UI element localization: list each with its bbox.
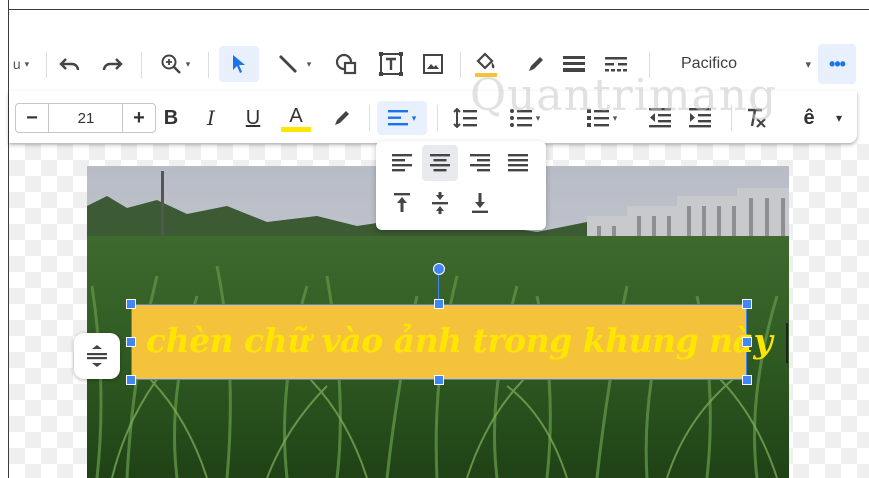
more-icon: ••• [829, 53, 846, 74]
line-tool-icon[interactable]: ▾ [265, 46, 323, 82]
watermark: Quantrimang [470, 70, 778, 121]
selected-text-box[interactable]: chèn chữ vào ảnh trong khung này [131, 304, 789, 380]
align-dropdown-menu [376, 141, 546, 230]
text-box-content[interactable]: chèn chữ vào ảnh trong khung này [146, 321, 789, 363]
align-right-icon[interactable] [462, 145, 498, 181]
image-tool-icon[interactable] [417, 46, 449, 82]
toolbar-separator [46, 52, 47, 78]
underline-button[interactable]: U [241, 101, 265, 135]
resize-handle-bottom-left[interactable] [126, 375, 136, 385]
increase-font-size-button[interactable]: + [122, 104, 155, 132]
align-justify-icon[interactable] [500, 145, 536, 181]
text-box-tool-icon[interactable] [375, 46, 407, 82]
resize-handle-right[interactable] [742, 337, 752, 347]
input-tools-button[interactable]: ê [797, 101, 821, 135]
resize-handle-bottom[interactable] [434, 375, 444, 385]
bold-button[interactable]: B [159, 101, 183, 135]
text-color-icon: A [289, 104, 303, 127]
zoom-dropdown-partial[interactable]: u ▾ [7, 46, 35, 82]
vertical-align-icon [87, 345, 107, 367]
resize-handle-top[interactable] [434, 299, 444, 309]
align-top-icon[interactable] [384, 185, 420, 221]
resize-handle-left[interactable] [126, 337, 136, 347]
chevron-down-icon: ▾ [411, 112, 417, 123]
chevron-down-icon: ▾ [805, 58, 811, 71]
text-cursor [786, 323, 789, 363]
redo-icon[interactable] [97, 46, 127, 82]
align-left-icon[interactable] [384, 145, 420, 181]
rotation-handle[interactable] [433, 263, 445, 275]
toolbar-separator [437, 105, 438, 131]
align-button[interactable]: ▾ [377, 101, 427, 135]
rotation-connector [438, 274, 439, 300]
toolbar-separator [141, 52, 142, 78]
text-box-text: chèn chữ vào ảnh trong khung này [146, 321, 773, 360]
text-color-button[interactable]: A [279, 101, 313, 135]
font-size-input[interactable]: 21 [49, 104, 123, 132]
vertical-align-button[interactable] [74, 333, 120, 379]
chevron-down-icon[interactable]: ▾ [831, 101, 847, 135]
text-color-swatch [281, 126, 311, 132]
select-tool-icon[interactable] [219, 46, 259, 82]
zoom-icon[interactable]: ▾ [151, 46, 199, 82]
more-options-button[interactable]: ••• [818, 44, 856, 84]
window-frame-top [8, 9, 869, 10]
align-bottom-icon[interactable] [462, 185, 498, 221]
resize-handle-bottom-right[interactable] [742, 375, 752, 385]
font-size-stepper: − 21 + [15, 103, 156, 133]
align-middle-icon[interactable] [422, 185, 458, 221]
toolbar-separator [208, 52, 209, 78]
shape-tool-icon[interactable] [331, 46, 363, 82]
decrease-font-size-button[interactable]: − [16, 104, 49, 132]
undo-icon[interactable] [55, 46, 85, 82]
toolbar-separator [369, 105, 370, 131]
highlight-color-icon[interactable] [327, 101, 357, 135]
resize-handle-top-right[interactable] [742, 299, 752, 309]
toolbar-separator [460, 52, 461, 78]
align-center-icon[interactable] [422, 145, 458, 181]
resize-handle-top-left[interactable] [126, 299, 136, 309]
italic-button[interactable]: I [199, 101, 223, 135]
